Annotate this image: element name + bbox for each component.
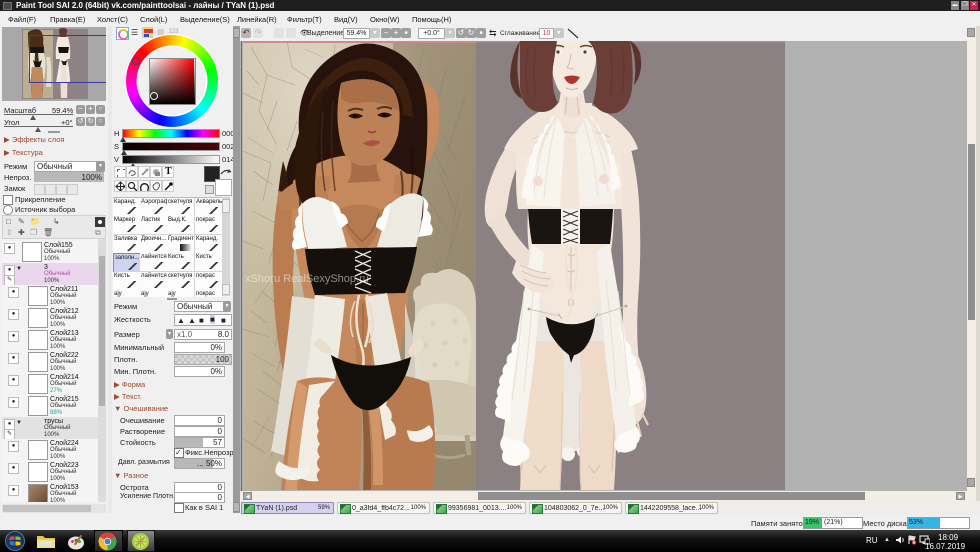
svg-text:xShoгu RealSexyShop.ru: xShoгu RealSexyShop.ru <box>245 273 369 285</box>
